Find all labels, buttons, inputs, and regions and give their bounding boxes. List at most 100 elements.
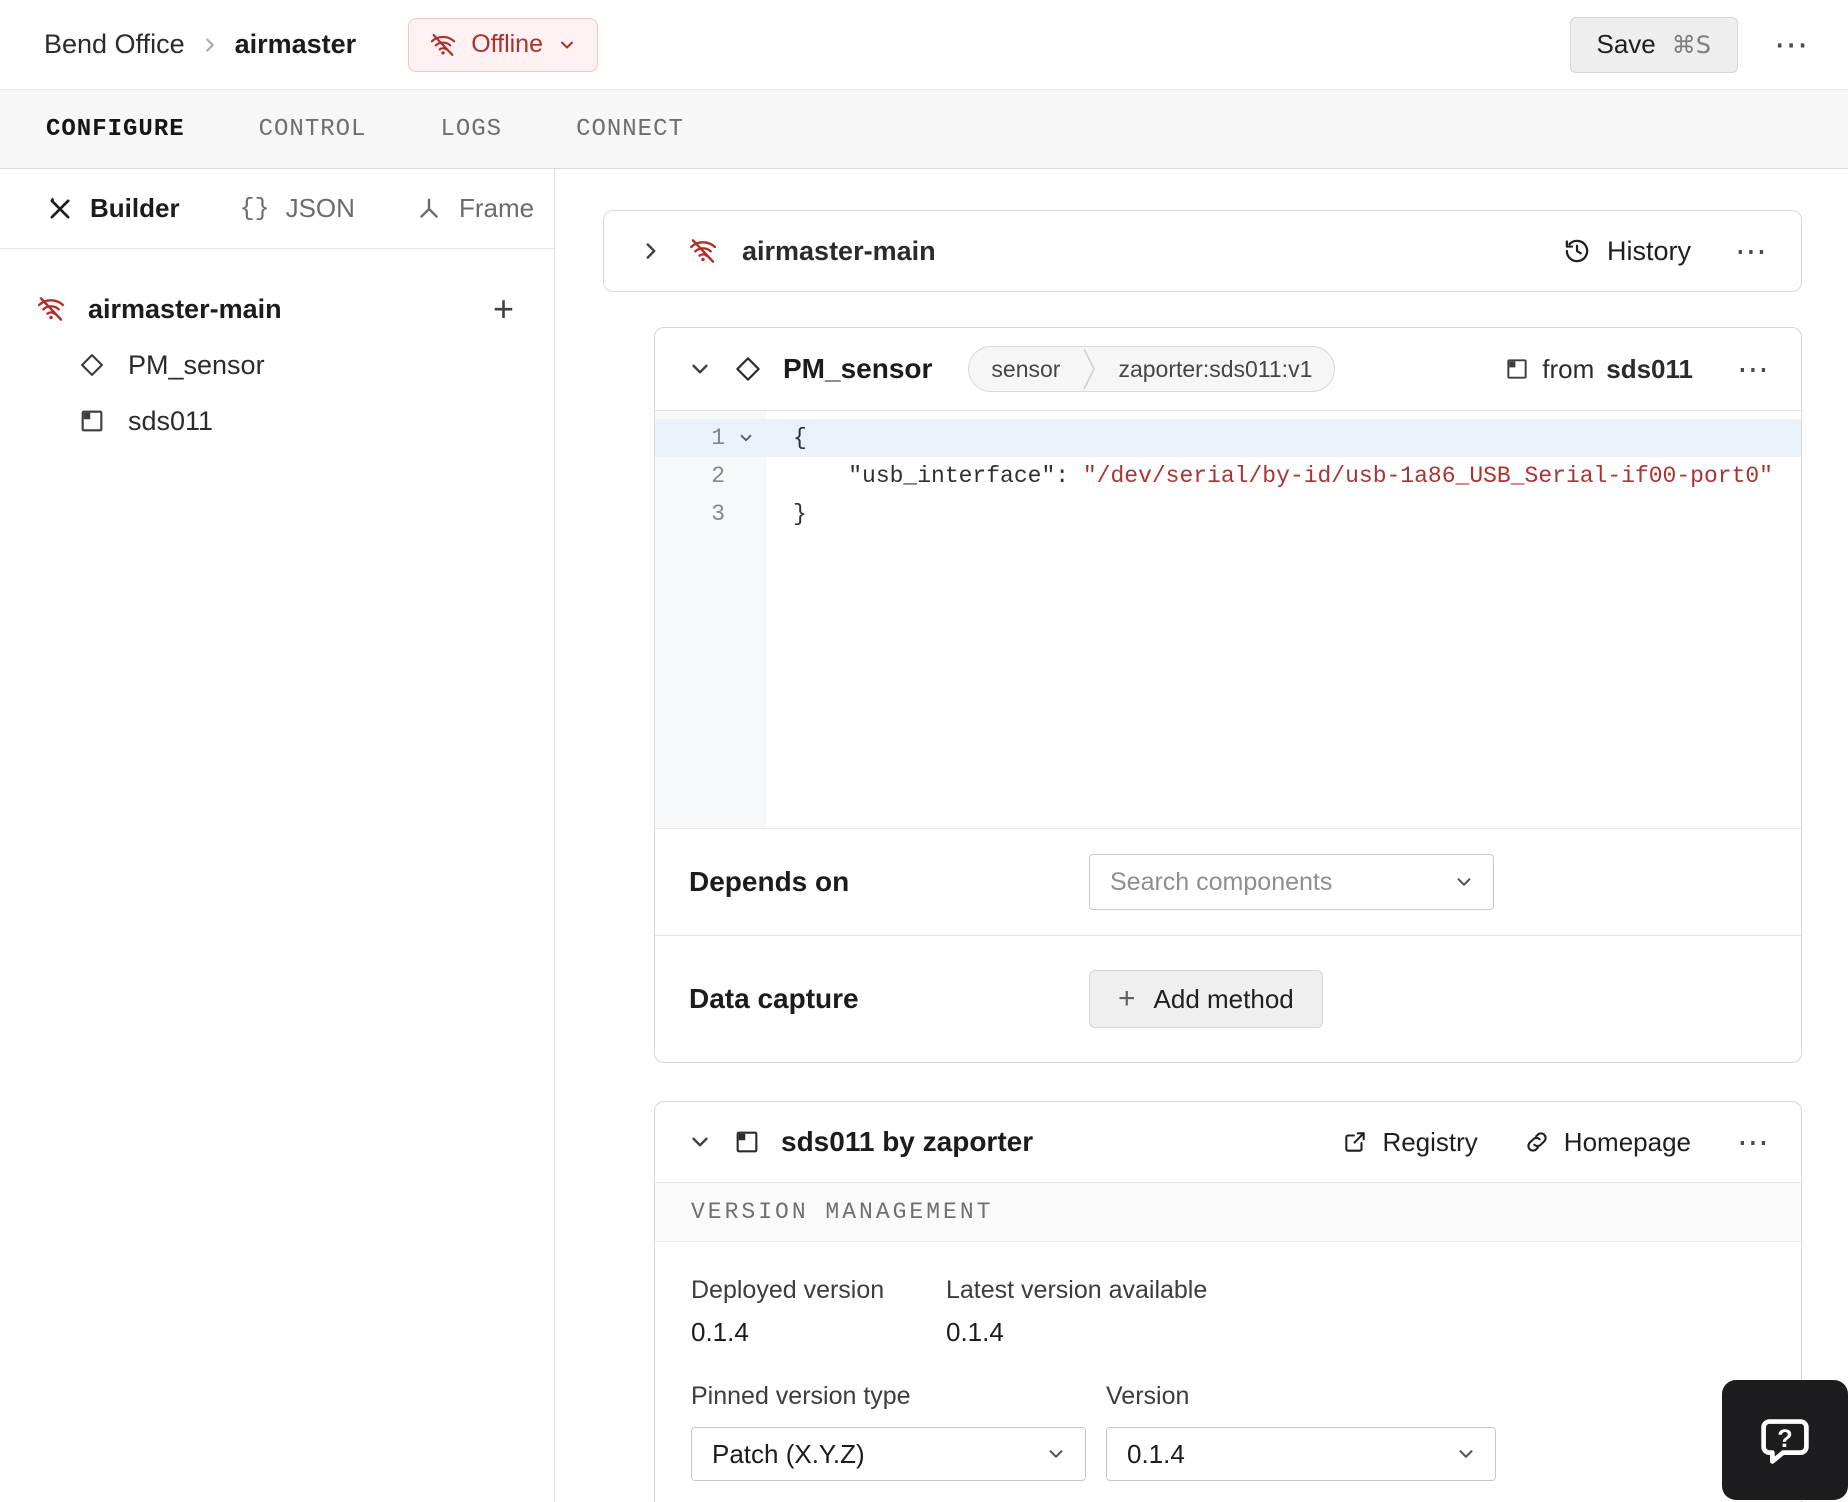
data-capture-section: Data capture + Add method <box>655 935 1801 1062</box>
depends-on-section: Depends on Search components <box>655 828 1801 935</box>
tree-root-label: airmaster-main <box>88 293 282 324</box>
module-card: sds011 by zaporter Registry Homepage ⋯ V… <box>654 1101 1802 1502</box>
history-clock-icon <box>1563 237 1591 265</box>
help-question-glyph: ? <box>1777 1425 1792 1453</box>
tab-connect[interactable]: CONNECT <box>576 116 684 143</box>
line-number: 1 <box>711 425 725 451</box>
line-number: 3 <box>711 501 725 527</box>
tree-item-module[interactable]: sds011 <box>36 393 526 449</box>
breadcrumb-machine-name: airmaster <box>234 29 357 59</box>
version-management-content: Deployed version Latest version availabl… <box>655 1242 1801 1502</box>
pinned-version-type-slot: Patch (X.Y.Z) <box>691 1427 1106 1481</box>
latest-version-value: 0.1.4 <box>946 1317 1004 1347</box>
machine-part-card: airmaster-main History ⋯ <box>603 210 1802 292</box>
diamond-icon <box>78 351 106 379</box>
tab-logs[interactable]: LOGS <box>440 116 502 143</box>
component-badges: sensor zaporter:sds011:v1 <box>968 346 1336 392</box>
version-value: 0.1.4 <box>1127 1438 1185 1469</box>
add-method-label: Add method <box>1153 983 1294 1014</box>
registry-link[interactable]: Registry <box>1342 1126 1478 1158</box>
code-token-brace: { <box>793 425 807 451</box>
save-button[interactable]: Save ⌘S <box>1569 16 1738 73</box>
tree-item-component[interactable]: PM_sensor <box>36 337 526 393</box>
deployed-version-value: 0.1.4 <box>691 1317 749 1347</box>
module-card-menu-button[interactable]: ⋯ <box>1737 1126 1769 1158</box>
tree-item-label: PM_sensor <box>128 349 265 380</box>
version-values-row: 0.1.4 0.1.4 <box>691 1317 1765 1348</box>
deployed-version-label: Deployed version <box>691 1276 885 1304</box>
chevron-down-icon <box>557 35 577 55</box>
config-main-panel: airmaster-main History ⋯ PM_sensor senso… <box>555 169 1848 1502</box>
machine-part-title: airmaster-main <box>742 235 936 266</box>
code-text: } <box>767 501 807 527</box>
code-token-colon: : <box>1055 463 1083 489</box>
tab-configure[interactable]: CONFIGURE <box>46 116 185 143</box>
mode-builder-label: Builder <box>90 193 180 223</box>
machine-card-menu-button[interactable]: ⋯ <box>1735 235 1767 267</box>
breadcrumb: Bend Office airmaster <box>44 29 356 60</box>
code-text: "usb_interface": "/dev/serial/by-id/usb-… <box>767 463 1773 489</box>
component-type-badge: sensor <box>991 355 1061 382</box>
code-line-2: 2 "usb_interface": "/dev/serial/by-id/us… <box>655 457 1801 495</box>
component-card-menu-button[interactable]: ⋯ <box>1737 353 1769 385</box>
code-token-brace: } <box>793 501 807 527</box>
breadcrumb-location[interactable]: Bend Office <box>44 29 185 60</box>
wifi-off-icon <box>36 294 66 324</box>
pinned-version-type-select[interactable]: Patch (X.Y.Z) <box>691 1427 1086 1481</box>
code-line-3: 3 } <box>655 495 1801 533</box>
tree-item-machine-part[interactable]: airmaster-main + <box>36 281 526 337</box>
help-button[interactable]: ? <box>1722 1380 1848 1500</box>
data-capture-label: Data capture <box>689 983 859 1014</box>
wifi-off-icon <box>429 31 457 59</box>
chevron-down-icon <box>1453 871 1475 893</box>
from-module-name: sds011 <box>1606 353 1693 384</box>
pin-selects-row: Patch (X.Y.Z) 0.1.4 <box>691 1427 1765 1481</box>
homepage-link[interactable]: Homepage <box>1524 1127 1691 1158</box>
mode-json[interactable]: {} JSON <box>240 193 355 224</box>
add-method-button[interactable]: + Add method <box>1089 970 1323 1028</box>
expand-chevron-right-icon[interactable] <box>638 238 664 264</box>
line-number: 2 <box>711 463 725 489</box>
depends-on-label: Depends on <box>689 866 850 897</box>
version-select[interactable]: 0.1.4 <box>1106 1427 1496 1481</box>
mode-builder[interactable]: Builder <box>46 193 180 224</box>
module-icon <box>1504 356 1530 382</box>
component-model-badge: zaporter:sds011:v1 <box>1118 355 1313 382</box>
version-labels-row: Deployed version Latest version availabl… <box>691 1276 1765 1305</box>
pinned-version-type-value: Patch (X.Y.Z) <box>712 1438 865 1469</box>
module-icon <box>78 407 106 435</box>
collapse-chevron-down-icon[interactable] <box>687 356 713 382</box>
frame-axes-icon <box>415 195 443 223</box>
page-body: Builder {} JSON Frame airmaster-main + P… <box>0 169 1848 1502</box>
chevron-down-icon <box>1455 1443 1477 1465</box>
save-label: Save <box>1596 29 1656 59</box>
header-overflow-menu-button[interactable]: ⋯ <box>1774 28 1808 62</box>
version-management-header: VERSION MANAGEMENT <box>655 1182 1801 1242</box>
save-shortcut: ⌘S <box>1671 30 1711 59</box>
history-button[interactable]: History <box>1563 236 1691 267</box>
link-chain-icon <box>1524 1129 1550 1155</box>
tab-control[interactable]: CONTROL <box>259 116 367 143</box>
machine-status-dropdown[interactable]: Offline <box>408 17 598 72</box>
chevron-right-icon <box>199 34 221 56</box>
badge-divider-icon <box>1082 347 1096 391</box>
mode-json-label: JSON <box>285 193 355 223</box>
machine-status-label: Offline <box>471 30 543 58</box>
code-text: { <box>767 425 807 451</box>
braces-icon: {} <box>239 194 270 223</box>
add-component-button[interactable]: + <box>481 291 526 327</box>
registry-label: Registry <box>1382 1126 1478 1157</box>
mode-frame[interactable]: Frame <box>415 193 534 224</box>
collapse-chevron-down-icon[interactable] <box>687 1129 713 1155</box>
from-module-link[interactable]: from sds011 <box>1504 354 1693 385</box>
code-token-string-value: "/dev/serial/by-id/usb-1a86_USB_Serial-i… <box>1082 463 1773 489</box>
module-icon <box>733 1128 761 1156</box>
module-card-actions: Registry Homepage ⋯ <box>1342 1126 1769 1158</box>
module-title: sds011 by zaporter <box>781 1126 1034 1157</box>
config-mode-switcher: Builder {} JSON Frame <box>0 169 554 249</box>
chevron-down-icon <box>1045 1443 1067 1465</box>
attributes-code-editor[interactable]: 1 { 2 "usb_interface": "/dev/serial/by-i… <box>655 410 1801 828</box>
component-card-header: PM_sensor sensor zaporter:sds011:v1 from… <box>655 328 1801 410</box>
depends-on-select[interactable]: Search components <box>1089 854 1494 910</box>
fold-chevron-down-icon[interactable] <box>725 429 767 447</box>
